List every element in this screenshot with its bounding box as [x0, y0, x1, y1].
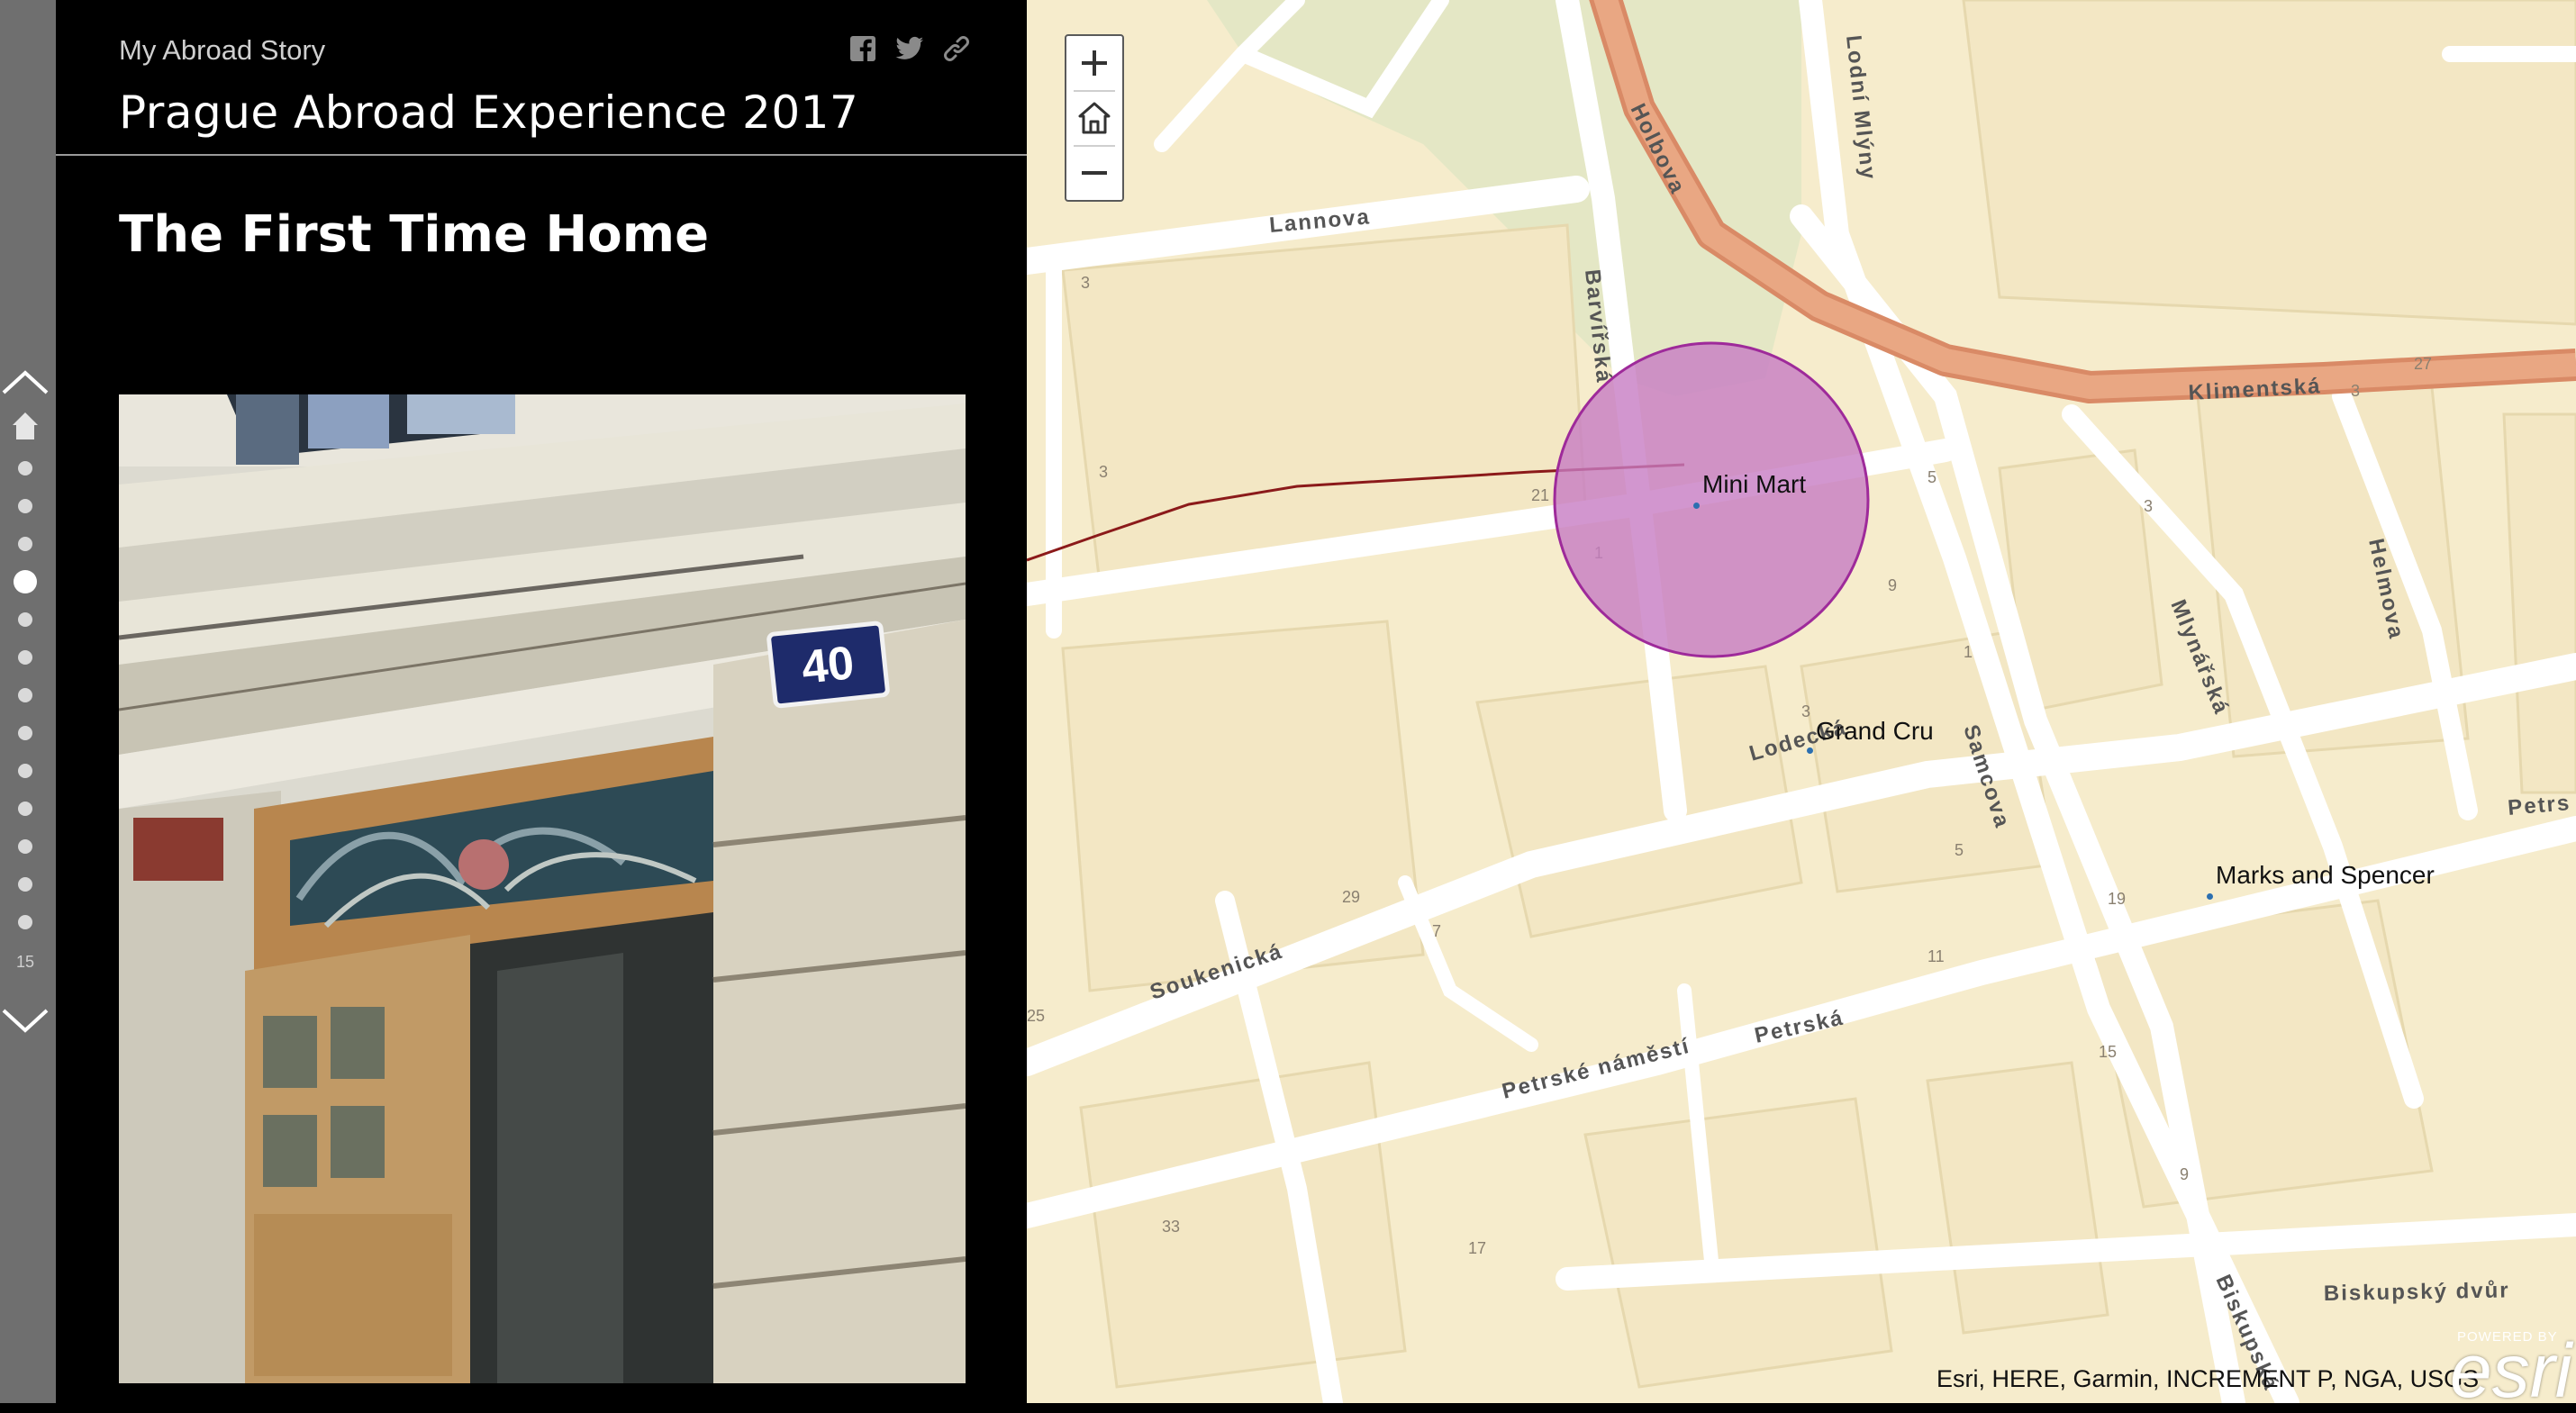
house-number-plate: 40	[799, 637, 857, 694]
house-number: 9	[2180, 1165, 2189, 1183]
house-number: 1	[1964, 643, 1973, 661]
chevron-down-icon	[2, 1009, 49, 1033]
entry-dot[interactable]	[18, 839, 32, 854]
page-title: Prague Abroad Experience 2017	[119, 86, 859, 139]
location-buffer-circle[interactable]	[1553, 341, 1870, 658]
poi-marker[interactable]	[2207, 893, 2213, 900]
entry-dot[interactable]	[18, 537, 32, 551]
entry-dot[interactable]	[18, 499, 32, 513]
entry-dot[interactable]	[18, 877, 32, 892]
poi-marker[interactable]	[1693, 503, 1700, 509]
poi-marks-and-spencer[interactable]: Marks and Spencer	[2216, 861, 2435, 890]
entry-dot[interactable]	[18, 650, 32, 665]
house-number: 5	[1955, 841, 1964, 859]
street-label: Lannova	[1268, 204, 1372, 238]
header-divider	[56, 154, 1027, 156]
house-number: 33	[1162, 1218, 1180, 1236]
house-number: 19	[2108, 890, 2126, 908]
facebook-icon	[850, 36, 875, 62]
entry-dot[interactable]	[18, 726, 32, 740]
zoom-in-button[interactable]	[1066, 36, 1122, 90]
home-icon	[13, 412, 38, 439]
share-bar	[848, 34, 971, 63]
poi-grand-cru[interactable]: Grand Cru	[1816, 717, 1934, 746]
entry-dot[interactable]	[18, 802, 32, 816]
home-entry-button[interactable]	[11, 411, 40, 441]
plus-icon	[1082, 50, 1107, 76]
entry-dot[interactable]	[18, 915, 32, 929]
street-label: Biskupský dvůr	[2324, 1278, 2510, 1306]
twitter-icon	[895, 36, 924, 59]
street-label: Petrs	[2507, 791, 2571, 820]
story-side-panel: My Abroad Story Prague Abroad Experience…	[56, 0, 1027, 1403]
esri-powered-by: POWERED BY	[2457, 1329, 2558, 1345]
entry-dot[interactable]	[18, 764, 32, 778]
map-view[interactable]: Lannova Holbova Lodní Mlýny Barvířská Kl…	[1027, 0, 2576, 1403]
link-icon	[944, 36, 969, 61]
story-navigation-rail: 15	[0, 0, 56, 1403]
entry-dot[interactable]	[18, 612, 32, 627]
house-number: 21	[1531, 486, 1549, 504]
map-zoom-controls	[1065, 34, 1124, 202]
entry-dot[interactable]	[18, 461, 32, 476]
house-number: 3	[1081, 274, 1090, 292]
house-number: 3	[1099, 463, 1108, 481]
house-number: 5	[1927, 468, 1937, 486]
house-number: 3	[2351, 382, 2360, 400]
house-number: 9	[1888, 576, 1897, 594]
house-number: 7	[1432, 922, 1441, 940]
home-icon	[1078, 102, 1111, 134]
entry-dot[interactable]	[14, 570, 37, 593]
entry-dot[interactable]	[18, 688, 32, 702]
section-title: The First Time Home	[119, 205, 710, 264]
entry-photo: 40	[119, 394, 966, 1383]
next-entry-button[interactable]	[0, 1003, 50, 1039]
house-number: 25	[1027, 1007, 1045, 1025]
minus-icon	[1082, 171, 1107, 175]
zoom-out-button[interactable]	[1066, 146, 1122, 200]
house-number: 29	[1342, 888, 1360, 906]
house-number: 15	[2099, 1043, 2117, 1061]
chevron-up-icon	[2, 370, 49, 394]
house-number: 17	[1468, 1239, 1486, 1257]
house-number: 27	[2414, 355, 2432, 373]
house-number: 11	[1927, 947, 1945, 965]
facebook-share-button[interactable]	[848, 34, 877, 63]
poi-marker[interactable]	[1807, 747, 1813, 754]
house-number: 3	[1801, 702, 1810, 720]
poi-mini-mart[interactable]: Mini Mart	[1702, 470, 1806, 499]
previous-entry-button[interactable]	[0, 364, 50, 400]
street-label: Lodní Mlýny	[1841, 34, 1881, 182]
house-number: 3	[2144, 497, 2153, 515]
map-home-button[interactable]	[1066, 91, 1122, 145]
entry-count: 15	[15, 953, 35, 971]
copy-link-button[interactable]	[942, 34, 971, 63]
story-title: My Abroad Story	[119, 34, 326, 66]
twitter-share-button[interactable]	[895, 34, 924, 63]
map-attribution[interactable]: Esri, HERE, Garmin, INCREMENT P, NGA, US…	[1937, 1365, 2479, 1393]
